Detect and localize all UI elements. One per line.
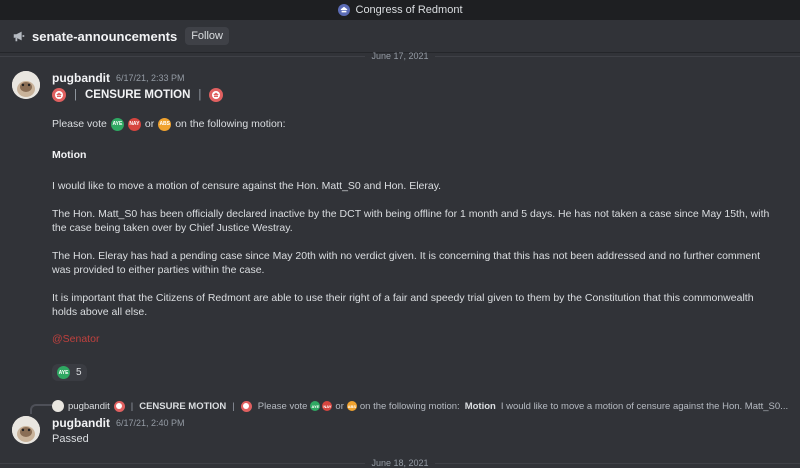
date-divider: June 17, 2021 [0, 51, 800, 61]
reply-author: pugbandit [68, 400, 110, 412]
house-emblem-icon [209, 88, 224, 102]
channel-name: senate-announcements [32, 28, 178, 44]
message-timestamp: 6/17/21, 2:33 PM [115, 73, 185, 83]
message: pugbandit 6/17/21, 2:33 PM | CENSURE MOT… [52, 70, 224, 104]
message: pugbandit 6/17/21, 2:40 PM Passed [52, 416, 185, 446]
message-title: CENSURE MOTION [85, 89, 191, 101]
aye-emoji: AYE [310, 401, 321, 411]
house-emblem-icon [113, 400, 125, 412]
motion-paragraph: It is important that the Citizens of Red… [52, 292, 754, 318]
date-divider-label: June 18, 2021 [371, 458, 429, 468]
nay-emoji: NAY [322, 401, 333, 411]
motion-heading: Motion [52, 149, 87, 161]
window-title: Congress of Redmont [355, 4, 463, 16]
motion-paragraph: The Hon. Matt_S0 has been officially dec… [52, 208, 770, 234]
reply-avatar [52, 400, 64, 412]
reaction-aye[interactable]: AYE 5 [52, 364, 87, 381]
reply-separator: | [130, 400, 134, 412]
message-author[interactable]: pugbandit [52, 416, 110, 430]
server-icon [337, 4, 350, 16]
reply-separator: | [232, 400, 235, 412]
motion-paragraph: The Hon. Eleray has had a pending case s… [52, 250, 760, 276]
reply-snippet: I would like to move a motion of censure… [500, 400, 789, 412]
message-timestamp: 6/17/21, 2:40 PM [115, 418, 185, 428]
nay-emoji: NAY [127, 117, 141, 131]
reply-title: CENSURE MOTION [139, 400, 227, 412]
avatar[interactable] [12, 416, 40, 444]
vote-line: Please vote AYE NAY or ABS on the follow… [52, 117, 777, 131]
abstain-emoji: ABS [158, 117, 172, 131]
motion-paragraph: I would like to move a motion of censure… [52, 180, 442, 192]
role-mention[interactable]: @Senator [52, 332, 777, 346]
vote-or: or [144, 118, 155, 130]
channel-header: senate-announcements Follow [0, 20, 800, 52]
reply-vote-prefix: Please vote [257, 400, 308, 412]
reply-heading: Motion [464, 400, 496, 412]
date-divider: June 18, 2021 [0, 458, 800, 468]
announcement-channel-icon [13, 31, 25, 42]
follow-button[interactable]: Follow [185, 27, 229, 45]
aye-emoji: AYE [57, 366, 70, 379]
title-separator: | [74, 89, 77, 101]
vote-prefix: Please vote [52, 118, 107, 130]
avatar[interactable] [12, 71, 40, 99]
reply-vote-suffix: on the following motion: [359, 400, 460, 412]
reply-preview[interactable]: pugbandit | CENSURE MOTION | Please vote… [52, 400, 788, 412]
reply-connector [30, 404, 52, 414]
message-body: Please vote AYE NAY or ABS on the follow… [52, 117, 777, 346]
house-emblem-icon [52, 88, 66, 102]
aye-emoji: AYE [110, 117, 124, 131]
message-author[interactable]: pugbandit [52, 71, 110, 85]
window-titlebar: Congress of Redmont [0, 0, 800, 20]
vote-suffix: on the following motion: [175, 118, 286, 130]
message-text: Passed [52, 433, 89, 445]
title-separator: | [198, 89, 202, 101]
reaction-count: 5 [76, 367, 82, 378]
date-divider-label: June 17, 2021 [371, 51, 429, 61]
abstain-emoji: ABS [346, 401, 357, 411]
reply-vote-or: or [335, 400, 344, 412]
house-emblem-icon [240, 400, 252, 412]
